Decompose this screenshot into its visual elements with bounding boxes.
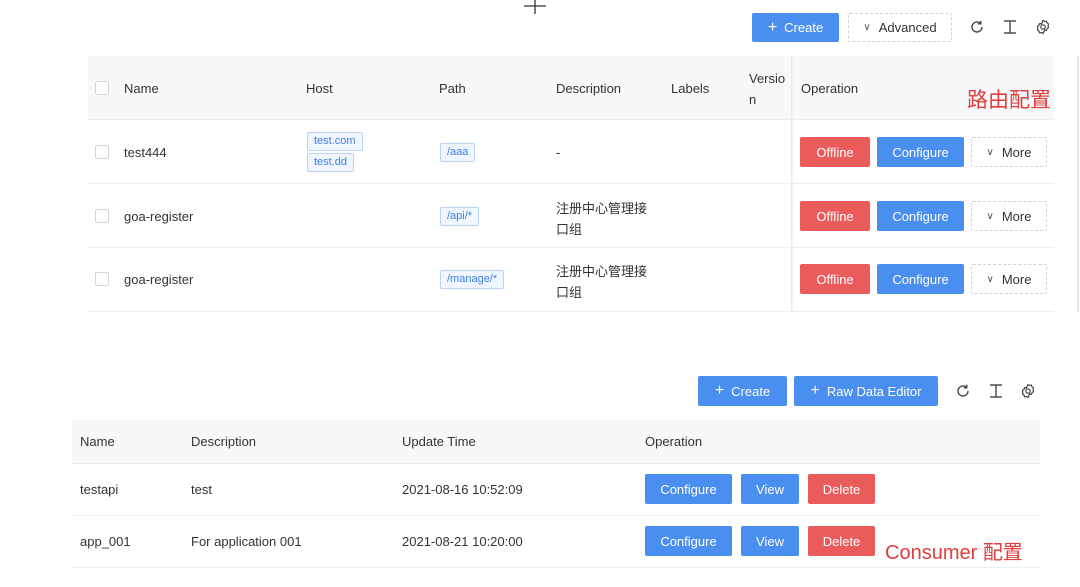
setting-icon[interactable] <box>1019 382 1037 400</box>
configure-button[interactable]: Configure <box>877 201 964 231</box>
configure-label: Configure <box>660 481 717 497</box>
column-height-icon[interactable] <box>1001 18 1019 36</box>
delete-button[interactable]: Delete <box>808 474 875 504</box>
offline-button[interactable]: Offline <box>800 264 870 294</box>
advanced-label: Advanced <box>878 20 937 35</box>
offline-button[interactable]: Offline <box>800 201 870 231</box>
consumer-update-time: 2021-08-21 10:20:00 <box>402 534 523 549</box>
routes-create-button[interactable]: + Create <box>752 13 839 42</box>
delete-button[interactable]: Delete <box>808 526 875 556</box>
reload-icon[interactable] <box>968 18 986 36</box>
raw-data-editor-button[interactable]: + Raw Data Editor <box>794 376 938 406</box>
delete-label: Delete <box>822 481 861 497</box>
col-name-header: Name <box>124 81 159 96</box>
view-button[interactable]: View <box>741 526 799 556</box>
plus-icon: + <box>714 382 725 399</box>
column-height-icon[interactable] <box>987 382 1005 400</box>
offline-button[interactable]: Offline <box>800 137 870 167</box>
consumers-create-button[interactable]: + Create <box>698 376 787 406</box>
chevron-down-icon: ∨ <box>986 146 994 158</box>
configure-label: Configure <box>892 271 949 287</box>
offline-label: Offline <box>816 144 854 160</box>
row-divider <box>88 119 1054 120</box>
configure-button[interactable]: Configure <box>877 137 964 167</box>
row-divider <box>88 183 1054 184</box>
fixed-column-shadow <box>791 56 793 312</box>
row-checkbox[interactable] <box>95 145 109 159</box>
select-all-checkbox[interactable] <box>95 81 109 95</box>
route-description: - <box>556 145 561 160</box>
consumers-create-label: Create <box>731 383 771 399</box>
plus-icon: + <box>767 18 778 36</box>
row-divider <box>88 247 1054 248</box>
row-divider <box>72 463 1040 464</box>
offline-label: Offline <box>816 208 854 224</box>
consumer-col-description-header: Description <box>191 434 257 449</box>
consumer-description: test <box>191 482 212 497</box>
col-path-header: Path <box>439 81 466 96</box>
view-button[interactable]: View <box>741 474 799 504</box>
configure-label: Configure <box>892 208 949 224</box>
configure-label: Configure <box>660 533 717 549</box>
route-description-line1: 注册中心管理接 <box>556 264 648 279</box>
route-name: test444 <box>124 145 167 160</box>
route-description-line2: 口组 <box>556 285 583 300</box>
routes-create-label: Create <box>784 20 824 35</box>
chevron-down-icon: ∨ <box>863 22 871 33</box>
route-name: goa-register <box>124 272 194 287</box>
offline-label: Offline <box>816 271 854 287</box>
consumer-col-operation-header: Operation <box>645 434 703 449</box>
consumers-annotation: Consumer 配置 <box>885 542 1023 564</box>
more-button[interactable]: ∨ More <box>971 264 1047 294</box>
chevron-down-icon: ∨ <box>986 210 994 222</box>
host-tag: test.com <box>307 132 363 151</box>
consumer-name: testapi <box>80 482 119 497</box>
path-tag: /api/* <box>440 207 480 226</box>
row-divider <box>72 567 1040 568</box>
more-label: More <box>1001 271 1032 287</box>
more-button[interactable]: ∨ More <box>971 201 1047 231</box>
consumer-col-name-header: Name <box>80 434 115 449</box>
configure-label: Configure <box>892 144 949 160</box>
path-tag: /aaa <box>440 143 476 162</box>
col-version-header-line1: Versio <box>749 71 786 86</box>
route-name: goa-register <box>124 209 194 224</box>
row-checkbox[interactable] <box>95 272 109 286</box>
configure-button[interactable]: Configure <box>645 474 732 504</box>
chevron-down-icon: ∨ <box>986 273 994 285</box>
route-description-line2: 口组 <box>556 222 583 237</box>
consumer-name: app_001 <box>80 534 131 549</box>
crosshair-cursor-icon <box>524 0 546 14</box>
col-host-header: Host <box>306 81 333 96</box>
col-labels-header: Labels <box>671 81 710 96</box>
advanced-button[interactable]: ∨ Advanced <box>848 13 952 42</box>
consumer-update-time: 2021-08-16 10:52:09 <box>402 482 523 497</box>
delete-label: Delete <box>822 533 861 549</box>
scrollbar-track[interactable] <box>1077 56 1079 312</box>
more-label: More <box>1001 208 1032 224</box>
routes-annotation: 路由配置 <box>967 89 1051 112</box>
path-tag: /manage/* <box>440 270 505 289</box>
more-button[interactable]: ∨ More <box>971 137 1047 167</box>
route-description-line1: 注册中心管理接 <box>556 201 648 216</box>
row-checkbox[interactable] <box>95 209 109 223</box>
view-label: View <box>756 533 784 549</box>
row-divider <box>72 515 1040 516</box>
col-description-header: Description <box>556 81 622 96</box>
configure-button[interactable]: Configure <box>877 264 964 294</box>
configure-button[interactable]: Configure <box>645 526 732 556</box>
raw-data-editor-label: Raw Data Editor <box>826 383 922 399</box>
col-version-header-line2: n <box>749 92 757 107</box>
plus-icon: + <box>810 382 820 399</box>
setting-icon[interactable] <box>1034 18 1052 36</box>
row-divider <box>88 311 1054 312</box>
view-label: View <box>756 481 784 497</box>
consumer-description: For application 001 <box>191 534 302 549</box>
col-operation-header: Operation <box>801 81 859 96</box>
consumer-col-update-time-header: Update Time <box>402 434 476 449</box>
host-tag: test.dd <box>307 153 355 172</box>
reload-icon[interactable] <box>954 382 972 400</box>
more-label: More <box>1001 144 1032 160</box>
